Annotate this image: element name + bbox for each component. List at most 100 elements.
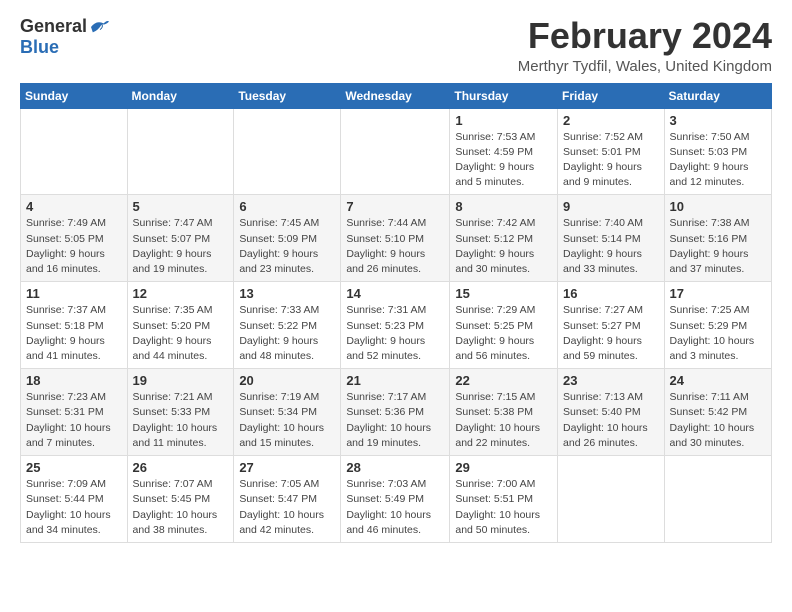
calendar-cell: 24 Sunrise: 7:11 AM Sunset: 5:42 PM Dayli…	[664, 369, 771, 456]
logo: General Blue	[20, 16, 111, 58]
day-number: 8	[455, 199, 552, 214]
day-number: 10	[670, 199, 766, 214]
month-year-title: February 2024	[518, 16, 772, 56]
day-detail: Sunrise: 7:52 AM Sunset: 5:01 PM Dayligh…	[563, 130, 659, 191]
day-detail: Sunrise: 7:03 AM Sunset: 5:49 PM Dayligh…	[346, 477, 444, 538]
week-row-3: 11 Sunrise: 7:37 AM Sunset: 5:18 PM Dayli…	[21, 282, 772, 369]
week-row-5: 25 Sunrise: 7:09 AM Sunset: 5:44 PM Dayli…	[21, 456, 772, 543]
day-number: 28	[346, 460, 444, 475]
day-detail: Sunrise: 7:00 AM Sunset: 5:51 PM Dayligh…	[455, 477, 552, 538]
day-number: 27	[239, 460, 335, 475]
calendar-table: SundayMondayTuesdayWednesdayThursdayFrid…	[20, 83, 772, 543]
calendar-cell: 3Sunrise: 7:50 AM Sunset: 5:03 PM Daylig…	[664, 108, 771, 195]
calendar-cell: 9Sunrise: 7:40 AM Sunset: 5:14 PM Daylig…	[558, 195, 665, 282]
day-detail: Sunrise: 7:19 AM Sunset: 5:34 PM Dayligh…	[239, 390, 335, 451]
day-number: 12	[133, 286, 229, 301]
day-number: 19	[133, 373, 229, 388]
calendar-cell: 6Sunrise: 7:45 AM Sunset: 5:09 PM Daylig…	[234, 195, 341, 282]
day-number: 18	[26, 373, 122, 388]
day-detail: Sunrise: 7:15 AM Sunset: 5:38 PM Dayligh…	[455, 390, 552, 451]
day-number: 24	[670, 373, 766, 388]
col-header-tuesday: Tuesday	[234, 83, 341, 108]
calendar-cell	[21, 108, 128, 195]
calendar-cell: 1 Sunrise: 7:53 AM Sunset: 4:59 PM Daylig…	[450, 108, 558, 195]
day-number: 13	[239, 286, 335, 301]
col-header-friday: Friday	[558, 83, 665, 108]
day-detail: Sunrise: 7:33 AM Sunset: 5:22 PM Dayligh…	[239, 303, 335, 364]
col-header-monday: Monday	[127, 83, 234, 108]
calendar-cell: 20 Sunrise: 7:19 AM Sunset: 5:34 PM Dayli…	[234, 369, 341, 456]
day-detail: Sunrise: 7:53 AM Sunset: 4:59 PM Dayligh…	[455, 130, 552, 191]
day-detail: Sunrise: 7:45 AM Sunset: 5:09 PM Dayligh…	[239, 216, 335, 277]
day-number: 17	[670, 286, 766, 301]
calendar-cell: 7 Sunrise: 7:44 AM Sunset: 5:10 PM Daylig…	[341, 195, 450, 282]
day-detail: Sunrise: 7:05 AM Sunset: 5:47 PM Dayligh…	[239, 477, 335, 538]
page-header: General Blue February 2024 Merthyr Tydfi…	[20, 16, 772, 75]
day-detail: Sunrise: 7:27 AM Sunset: 5:27 PM Dayligh…	[563, 303, 659, 364]
calendar-cell: 27 Sunrise: 7:05 AM Sunset: 5:47 PM Dayli…	[234, 456, 341, 543]
calendar-cell	[234, 108, 341, 195]
calendar-cell: 15 Sunrise: 7:29 AM Sunset: 5:25 PM Dayli…	[450, 282, 558, 369]
day-detail: Sunrise: 7:50 AM Sunset: 5:03 PM Dayligh…	[670, 130, 766, 191]
calendar-cell: 13 Sunrise: 7:33 AM Sunset: 5:22 PM Dayli…	[234, 282, 341, 369]
day-detail: Sunrise: 7:21 AM Sunset: 5:33 PM Dayligh…	[133, 390, 229, 451]
logo-bird-icon	[89, 18, 111, 36]
calendar-cell: 21Sunrise: 7:17 AM Sunset: 5:36 PM Dayli…	[341, 369, 450, 456]
calendar-cell: 16 Sunrise: 7:27 AM Sunset: 5:27 PM Dayli…	[558, 282, 665, 369]
calendar-cell: 12 Sunrise: 7:35 AM Sunset: 5:20 PM Dayli…	[127, 282, 234, 369]
day-number: 15	[455, 286, 552, 301]
day-number: 26	[133, 460, 229, 475]
calendar-cell: 19 Sunrise: 7:21 AM Sunset: 5:33 PM Dayli…	[127, 369, 234, 456]
day-detail: Sunrise: 7:09 AM Sunset: 5:44 PM Dayligh…	[26, 477, 122, 538]
day-detail: Sunrise: 7:31 AM Sunset: 5:23 PM Dayligh…	[346, 303, 444, 364]
calendar-cell: 2 Sunrise: 7:52 AM Sunset: 5:01 PM Daylig…	[558, 108, 665, 195]
day-number: 21	[346, 373, 444, 388]
col-header-saturday: Saturday	[664, 83, 771, 108]
day-detail: Sunrise: 7:35 AM Sunset: 5:20 PM Dayligh…	[133, 303, 229, 364]
calendar-cell	[127, 108, 234, 195]
day-detail: Sunrise: 7:11 AM Sunset: 5:42 PM Dayligh…	[670, 390, 766, 451]
week-row-1: 1 Sunrise: 7:53 AM Sunset: 4:59 PM Daylig…	[21, 108, 772, 195]
day-detail: Sunrise: 7:23 AM Sunset: 5:31 PM Dayligh…	[26, 390, 122, 451]
col-header-thursday: Thursday	[450, 83, 558, 108]
day-detail: Sunrise: 7:29 AM Sunset: 5:25 PM Dayligh…	[455, 303, 552, 364]
calendar-cell: 28 Sunrise: 7:03 AM Sunset: 5:49 PM Dayli…	[341, 456, 450, 543]
day-number: 29	[455, 460, 552, 475]
day-number: 20	[239, 373, 335, 388]
location-subtitle: Merthyr Tydfil, Wales, United Kingdom	[518, 58, 772, 75]
day-number: 5	[133, 199, 229, 214]
day-detail: Sunrise: 7:49 AM Sunset: 5:05 PM Dayligh…	[26, 216, 122, 277]
day-detail: Sunrise: 7:38 AM Sunset: 5:16 PM Dayligh…	[670, 216, 766, 277]
day-number: 23	[563, 373, 659, 388]
calendar-cell: 11 Sunrise: 7:37 AM Sunset: 5:18 PM Dayli…	[21, 282, 128, 369]
calendar-cell: 10 Sunrise: 7:38 AM Sunset: 5:16 PM Dayli…	[664, 195, 771, 282]
day-number: 16	[563, 286, 659, 301]
day-number: 14	[346, 286, 444, 301]
logo-general: General	[20, 16, 87, 37]
calendar-cell: 17Sunrise: 7:25 AM Sunset: 5:29 PM Dayli…	[664, 282, 771, 369]
day-detail: Sunrise: 7:37 AM Sunset: 5:18 PM Dayligh…	[26, 303, 122, 364]
day-number: 7	[346, 199, 444, 214]
week-row-2: 4 Sunrise: 7:49 AM Sunset: 5:05 PM Daylig…	[21, 195, 772, 282]
logo-blue: Blue	[20, 37, 59, 58]
day-number: 11	[26, 286, 122, 301]
calendar-cell: 25 Sunrise: 7:09 AM Sunset: 5:44 PM Dayli…	[21, 456, 128, 543]
day-number: 25	[26, 460, 122, 475]
day-detail: Sunrise: 7:13 AM Sunset: 5:40 PM Dayligh…	[563, 390, 659, 451]
week-row-4: 18 Sunrise: 7:23 AM Sunset: 5:31 PM Dayli…	[21, 369, 772, 456]
day-detail: Sunrise: 7:44 AM Sunset: 5:10 PM Dayligh…	[346, 216, 444, 277]
col-header-wednesday: Wednesday	[341, 83, 450, 108]
calendar-cell	[341, 108, 450, 195]
calendar-cell: 22 Sunrise: 7:15 AM Sunset: 5:38 PM Dayli…	[450, 369, 558, 456]
day-number: 22	[455, 373, 552, 388]
day-detail: Sunrise: 7:40 AM Sunset: 5:14 PM Dayligh…	[563, 216, 659, 277]
calendar-cell: 29 Sunrise: 7:00 AM Sunset: 5:51 PM Dayli…	[450, 456, 558, 543]
calendar-cell: 18 Sunrise: 7:23 AM Sunset: 5:31 PM Dayli…	[21, 369, 128, 456]
calendar-cell: 8Sunrise: 7:42 AM Sunset: 5:12 PM Daylig…	[450, 195, 558, 282]
day-detail: Sunrise: 7:07 AM Sunset: 5:45 PM Dayligh…	[133, 477, 229, 538]
calendar-cell: 14 Sunrise: 7:31 AM Sunset: 5:23 PM Dayli…	[341, 282, 450, 369]
day-number: 2	[563, 113, 659, 128]
day-detail: Sunrise: 7:47 AM Sunset: 5:07 PM Dayligh…	[133, 216, 229, 277]
day-number: 4	[26, 199, 122, 214]
day-number: 1	[455, 113, 552, 128]
